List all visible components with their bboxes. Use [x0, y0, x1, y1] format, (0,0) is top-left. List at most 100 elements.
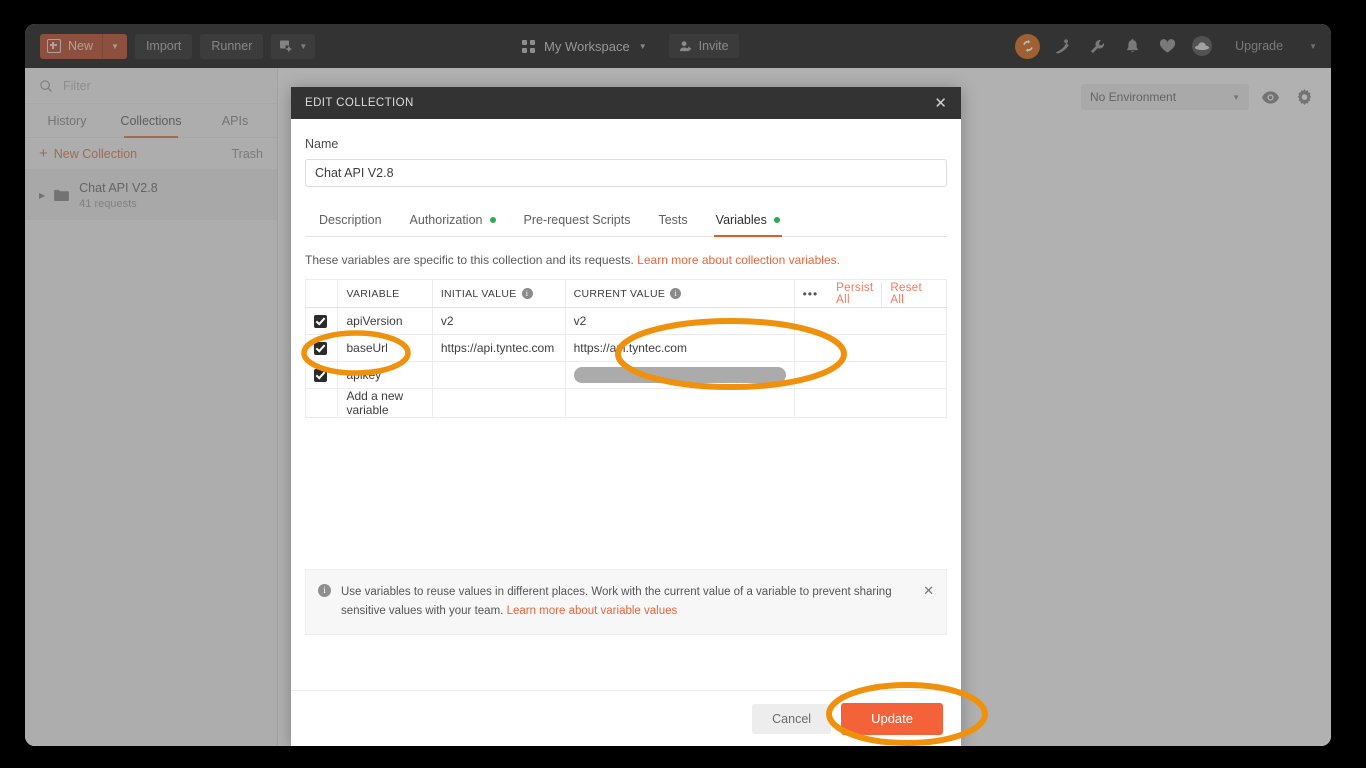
add-row-checkbox-cell	[304, 388, 339, 418]
trash-label: Trash	[231, 146, 264, 161]
header-checkbox-col	[304, 279, 339, 308]
row-variable[interactable]: baseUrl	[337, 334, 433, 362]
eye-icon[interactable]	[1257, 84, 1283, 110]
table-row[interactable]: apiVersion v2 v2	[304, 307, 948, 335]
new-tab-button[interactable]: ▼	[271, 33, 316, 59]
satellite-icon[interactable]	[1049, 33, 1075, 59]
bell-icon[interactable]	[1119, 33, 1145, 59]
wrench-icon[interactable]	[1084, 33, 1110, 59]
checkbox-icon[interactable]	[314, 342, 327, 356]
grid-icon	[522, 39, 535, 53]
header-current-value: CURRENT VALUE i	[564, 279, 795, 308]
modal-body: Name Description Authorization Pre-reque…	[291, 119, 961, 690]
sidebar-tab-apis[interactable]: APIs	[193, 104, 277, 137]
new-collection-button[interactable]: + New Collection	[39, 146, 137, 161]
collection-variables-link[interactable]: Learn more about collection variables.	[637, 253, 840, 267]
runner-button-label: Runner	[211, 39, 253, 53]
new-window-icon	[280, 40, 293, 52]
row-current-value[interactable]: v2	[564, 307, 795, 335]
invite-button[interactable]: Invite	[668, 34, 739, 58]
header-variable: VARIABLE	[337, 279, 433, 308]
info-icon[interactable]: i	[670, 287, 682, 299]
tab-description[interactable]: Description	[305, 203, 396, 236]
edit-collection-modal: EDIT COLLECTION ✕ Name Description Autho…	[291, 87, 961, 746]
upgrade-button[interactable]: Upgrade ▼	[1235, 39, 1317, 53]
plus-icon	[47, 39, 61, 53]
add-variable-placeholder[interactable]: Add a new variable	[337, 388, 433, 418]
chevron-down-icon: ▼	[1232, 92, 1240, 102]
variable-values-link[interactable]: Learn more about variable values	[507, 605, 678, 617]
close-icon[interactable]: ✕	[934, 96, 947, 111]
checkbox-icon[interactable]	[314, 369, 327, 383]
top-toolbar: New ▼ Import Runner ▼ My Workspace ▼ Inv…	[25, 24, 1331, 68]
sidebar: History Collections APIs + New Collectio…	[25, 68, 278, 746]
filter-row	[25, 68, 277, 104]
tab-variables[interactable]: Variables	[702, 203, 794, 237]
tab-pre-request-scripts[interactable]: Pre-request Scripts	[510, 203, 645, 236]
update-button[interactable]: Update	[841, 702, 943, 735]
add-row-actions	[793, 388, 948, 418]
row-variable[interactable]: apiVersion	[337, 307, 433, 335]
persist-all-button[interactable]: Persist All	[828, 281, 883, 306]
close-icon[interactable]: ✕	[923, 583, 934, 599]
tab-authorization-label: Authorization	[409, 212, 483, 227]
new-dropdown-caret[interactable]: ▼	[102, 33, 127, 59]
new-button-label: New	[68, 39, 94, 53]
header-actions: ••• Persist All Reset All	[793, 279, 948, 308]
collection-request-count: 41 requests	[79, 197, 137, 210]
sync-icon[interactable]	[1015, 33, 1041, 59]
sidebar-tab-collections[interactable]: Collections	[109, 104, 193, 138]
status-dot	[773, 216, 780, 223]
environment-bar: No Environment ▼	[1081, 84, 1317, 110]
environment-selector[interactable]: No Environment ▼	[1081, 84, 1249, 110]
row-checkbox-cell[interactable]	[304, 334, 339, 362]
row-variable[interactable]: apikey	[337, 361, 433, 389]
add-variable-row[interactable]: Add a new variable	[304, 388, 948, 418]
row-initial-value[interactable]: https://api.tyntec.com	[431, 334, 566, 362]
sidebar-tab-collections-label: Collections	[120, 113, 182, 128]
row-initial-value[interactable]	[431, 361, 566, 389]
environment-selected-label: No Environment	[1090, 90, 1177, 104]
sidebar-collection-item[interactable]: ▶ Chat API V2.8 41 requests	[25, 170, 277, 220]
collection-name-input[interactable]	[305, 159, 947, 187]
table-row[interactable]: baseUrl https://api.tyntec.com https://a…	[304, 334, 948, 362]
heart-icon[interactable]	[1154, 33, 1180, 59]
cancel-button[interactable]: Cancel	[752, 703, 832, 734]
add-row-current[interactable]	[564, 388, 795, 418]
upgrade-label: Upgrade	[1235, 39, 1284, 53]
row-checkbox-cell[interactable]	[304, 361, 339, 389]
ufo-icon[interactable]	[1189, 33, 1215, 59]
table-row[interactable]: apikey	[304, 361, 948, 389]
collection-actions: + New Collection Trash	[25, 138, 277, 170]
name-label: Name	[305, 137, 339, 151]
tab-tests[interactable]: Tests	[644, 203, 701, 236]
search-input[interactable]	[63, 78, 243, 93]
tab-description-label: Description	[319, 212, 382, 227]
sidebar-tab-history[interactable]: History	[25, 104, 109, 137]
workspace-label: My Workspace	[544, 38, 630, 54]
info-icon: i	[318, 584, 331, 597]
trash-link[interactable]: Trash	[232, 147, 264, 161]
checkbox-icon[interactable]	[314, 315, 327, 329]
new-button[interactable]: New	[40, 33, 103, 59]
info-banner-text: Use variables to reuse values in differe…	[341, 583, 901, 621]
row-current-value[interactable]: https://api.tyntec.com	[564, 334, 795, 362]
reset-all-button[interactable]: Reset All	[882, 282, 930, 306]
variables-description-text: These variables are specific to this col…	[305, 253, 634, 267]
add-row-initial[interactable]	[431, 388, 566, 418]
chevron-right-icon[interactable]: ▶	[39, 191, 45, 200]
tab-authorization[interactable]: Authorization	[396, 203, 510, 236]
header-variable-label: VARIABLE	[346, 287, 400, 300]
info-icon[interactable]: i	[521, 287, 533, 299]
row-checkbox-cell[interactable]	[304, 307, 339, 335]
runner-button[interactable]: Runner	[200, 33, 264, 59]
toolbar-right-icons: Upgrade ▼	[1015, 24, 1317, 68]
more-options-icon[interactable]: •••	[803, 287, 819, 301]
workspace-selector[interactable]: My Workspace ▼	[522, 39, 647, 54]
tab-variables-label: Variables	[715, 212, 767, 227]
row-initial-value[interactable]: v2	[431, 307, 566, 335]
row-current-value-redacted[interactable]	[564, 361, 795, 389]
gear-icon[interactable]	[1291, 84, 1317, 110]
import-button[interactable]: Import	[134, 33, 193, 59]
row-actions	[793, 334, 948, 362]
